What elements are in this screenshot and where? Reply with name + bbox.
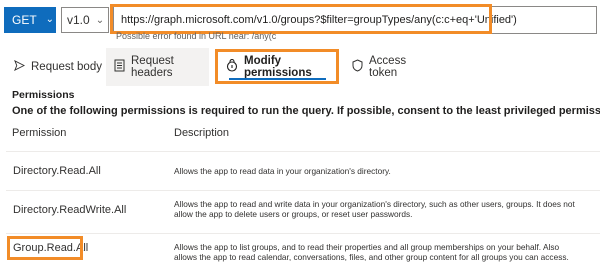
permission-description-line: allow the app to delete users or groups,… [174,209,413,219]
tab-request-headers[interactable]: Request headers [106,48,209,86]
tab-label: Request headers [131,55,174,79]
api-version-label: v1.0 [67,13,90,27]
permission-name: Directory.ReadWrite.All [13,204,127,216]
permission-description-line: Allows the app to read data in your orga… [174,166,391,176]
permission-row[interactable]: Group.Read.All Allows the app to list gr… [0,234,600,273]
chevron-down-icon: ⌄ [95,14,105,26]
shield-icon [352,59,363,75]
permissions-info: One of the following permissions is requ… [12,105,600,117]
permission-description-line: Allows the app to list groups, and to re… [174,242,560,252]
tab-highlight-box [215,49,339,84]
tab-label: Request body [31,61,102,73]
http-method-label: GET [12,13,37,27]
send-icon [14,59,26,74]
api-version-dropdown[interactable]: v1.0 ⌄ [61,7,109,33]
permission-highlight-box [7,236,83,260]
permissions-title: Permissions [12,89,75,101]
permission-row[interactable]: Directory.Read.All Allows the app to rea… [0,152,600,190]
document-icon [114,59,125,75]
permission-name: Directory.Read.All [13,165,101,177]
chevron-down-icon: ⌄ [45,14,55,25]
tab-access-token[interactable]: Access token [344,48,436,86]
url-error-message: Possible error found in URL near: /any(c [116,31,277,41]
tab-request-body[interactable]: Request body [6,48,102,86]
column-header-permission: Permission [12,127,67,139]
http-method-dropdown[interactable]: GET ⌄ [4,7,56,33]
permission-row[interactable]: Directory.ReadWrite.All Allows the app t… [0,191,600,233]
tab-label: Access token [369,55,407,79]
column-header-description: Description [174,127,230,139]
permission-description-line: Allows the app to read and write data in… [174,199,575,209]
url-highlight-box [110,4,492,34]
permission-description-line: allows the app to read calendar, convers… [174,252,569,262]
